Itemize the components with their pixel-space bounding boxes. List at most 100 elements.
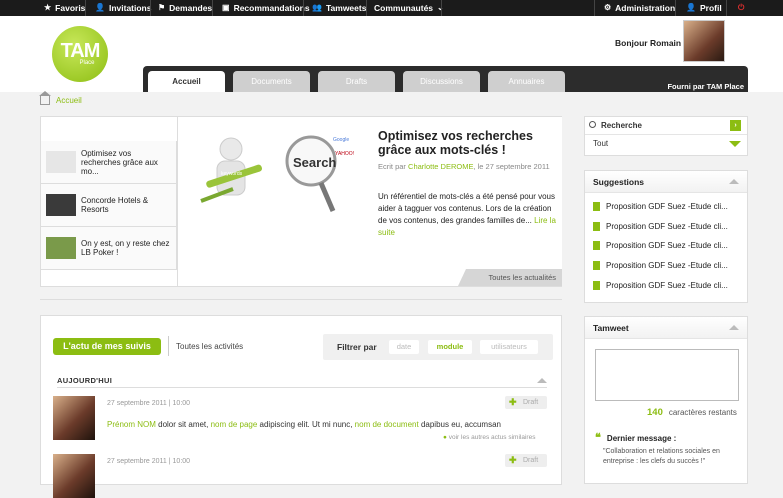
profil-label: Profil xyxy=(699,3,722,13)
thumbnail xyxy=(46,194,76,216)
suggestion-item[interactable]: Proposition GDF Suez -Etude cli... xyxy=(585,197,747,217)
draft-label: Draft xyxy=(523,457,539,464)
suggestion-item[interactable]: Proposition GDF Suez -Etude cli... xyxy=(585,217,747,237)
last-message-text: "Collaboration et relations sociales en … xyxy=(603,448,720,465)
favoris-link[interactable]: ★ Favoris xyxy=(38,0,91,16)
suggestions-title: Suggestions xyxy=(593,177,645,187)
filter-date[interactable]: date xyxy=(389,340,419,354)
last-message-heading: ❝ Dernier message : xyxy=(595,431,676,444)
tamweet-title: Tamweet xyxy=(593,323,629,333)
avatar[interactable] xyxy=(53,454,95,498)
tab-all-activities[interactable]: Toutes les activités xyxy=(176,342,243,351)
featured-list-item[interactable]: Concorde Hotels & Resorts xyxy=(41,184,177,227)
avatar[interactable] xyxy=(53,396,95,440)
flag-icon: ⚑ xyxy=(158,3,166,12)
suggestions-list: Proposition GDF Suez -Etude cli... Propo… xyxy=(585,193,747,295)
suggestion-item[interactable]: Proposition GDF Suez -Etude cli... xyxy=(585,236,747,256)
tab-annuaires[interactable]: Annuaires xyxy=(488,71,565,92)
text-part: dolor sit amet, xyxy=(155,420,211,429)
draft-label: Draft xyxy=(523,399,539,406)
collapse-icon[interactable] xyxy=(729,179,739,184)
search-icon xyxy=(589,121,596,128)
day-heading: AUJOURD'HUI xyxy=(57,376,113,385)
featured-title[interactable]: Optimisez vos recherches grâce aux mots-… xyxy=(378,129,558,157)
featured-list: Optimisez vos recherches grâce aux mo...… xyxy=(41,141,177,270)
tab-documents[interactable]: Documents xyxy=(233,71,310,92)
avatar[interactable] xyxy=(683,20,725,62)
all-news-link[interactable]: Toutes les actualités xyxy=(458,269,562,286)
suggestion-label: Proposition GDF Suez -Etude cli... xyxy=(606,221,728,231)
powered-by: Fourni par TAM Place xyxy=(667,82,744,91)
separator xyxy=(303,0,304,16)
favoris-label: Favoris xyxy=(55,3,86,13)
tamweets-link[interactable]: 👥 Tamweets xyxy=(306,0,372,16)
suggestion-item[interactable]: Proposition GDF Suez -Etude cli... xyxy=(585,256,747,276)
home-icon[interactable] xyxy=(39,91,51,105)
suggestion-item[interactable]: Proposition GDF Suez -Etude cli... xyxy=(585,275,747,295)
administration-label: Administration xyxy=(615,3,676,13)
post-meta: 27 septembre 2011 | 10:00 xyxy=(107,400,191,407)
tab-accueil[interactable]: Accueil xyxy=(148,71,225,92)
document-link[interactable]: nom de document xyxy=(355,420,419,429)
search-word: Search xyxy=(293,155,336,170)
profil-link[interactable]: 👤 Profil xyxy=(680,0,728,16)
separator xyxy=(212,0,213,16)
filter-module[interactable]: module xyxy=(428,340,472,354)
user-link[interactable]: Prénom NOM xyxy=(107,420,156,429)
collapse-icon[interactable] xyxy=(537,378,547,383)
featured-meta: Ecrit par Charlotte DEROME, le 27 septem… xyxy=(378,161,558,173)
demandes-link[interactable]: ⚑ Demandes xyxy=(152,0,218,16)
meta-suffix: , le 27 septembre 2011 xyxy=(473,162,550,171)
post-time: 10:00 xyxy=(172,400,191,407)
recommandations-link[interactable]: ▣ Recommandations xyxy=(216,0,316,16)
collapse-icon[interactable] xyxy=(729,325,739,330)
tamweet-textarea[interactable] xyxy=(595,349,739,401)
tab-discussions[interactable]: Discussions xyxy=(403,71,480,92)
meta-prefix: Ecrit par xyxy=(378,162,406,171)
thumbnail xyxy=(46,151,76,173)
featured-text: Un référentiel de mots-clés a été pensé … xyxy=(378,192,555,225)
featured-item-label: Concorde Hotels & Resorts xyxy=(81,196,149,214)
filter-users[interactable]: utilisateurs xyxy=(480,340,538,354)
tab-my-follows[interactable]: L'actu de mes suivis xyxy=(53,338,161,355)
invitations-link[interactable]: 👤 Invitations xyxy=(89,0,157,16)
featured-news: Optimisez vos recherches grâce aux mo...… xyxy=(40,116,562,287)
communautes-dropdown[interactable]: Communautés⌄ xyxy=(368,0,450,16)
author-link[interactable]: Charlotte DEROME xyxy=(408,162,473,171)
similar-news-link[interactable]: ● voir les autres actus similaires xyxy=(443,434,535,441)
separator xyxy=(85,0,86,16)
keyword-text: keywords xyxy=(221,171,243,177)
separator xyxy=(726,0,727,16)
demandes-label: Demandes xyxy=(169,3,213,13)
logo[interactable]: TAM Place xyxy=(52,26,108,82)
logout-button[interactable]: ⏻ xyxy=(732,0,750,16)
featured-image: keywords Search Google YAHOO! xyxy=(200,135,354,212)
draft-button[interactable]: ✚ Draft xyxy=(505,396,547,409)
search-submit-button[interactable]: › xyxy=(730,120,741,131)
post-text: Prénom NOM dolor sit amet, nom de page a… xyxy=(107,420,537,429)
divider xyxy=(40,299,562,300)
tab-drafts[interactable]: Drafts xyxy=(318,71,395,92)
search-placeholder: Recherche xyxy=(601,121,642,130)
scope-value: Tout xyxy=(593,139,609,148)
featured-article: keywords Search Google YAHOO! Optimisez … xyxy=(177,117,562,286)
magnifier-handle xyxy=(318,182,336,212)
search-scope-select[interactable]: Tout xyxy=(585,135,747,153)
text-part: adipiscing elit. Ut mi nunc, xyxy=(257,420,355,429)
featured-list-item[interactable]: Optimisez vos recherches grâce aux mo... xyxy=(41,141,177,184)
featured-list-item[interactable]: On y est, on y reste chez LB Poker ! xyxy=(41,227,177,270)
search-input[interactable]: Recherche › xyxy=(585,117,747,135)
draft-button[interactable]: ✚ Draft xyxy=(505,454,547,467)
chevron-down-icon xyxy=(729,141,741,147)
header: TAM Place Bonjour Romain ! Accueil Docum… xyxy=(0,16,783,92)
document-icon xyxy=(593,221,600,231)
tamweet-header: Tamweet xyxy=(585,317,747,339)
breadcrumb-home[interactable]: Accueil xyxy=(56,96,82,105)
page-link[interactable]: nom de page xyxy=(211,420,258,429)
google-word: Google xyxy=(333,137,349,143)
post-date: 27 septembre 2011 xyxy=(107,400,167,407)
quote-icon: ❝ xyxy=(595,432,601,444)
administration-link[interactable]: ⚙ Administration xyxy=(598,0,681,16)
suggestion-label: Proposition GDF Suez -Etude cli... xyxy=(606,280,728,290)
star-icon: ★ xyxy=(44,3,52,12)
